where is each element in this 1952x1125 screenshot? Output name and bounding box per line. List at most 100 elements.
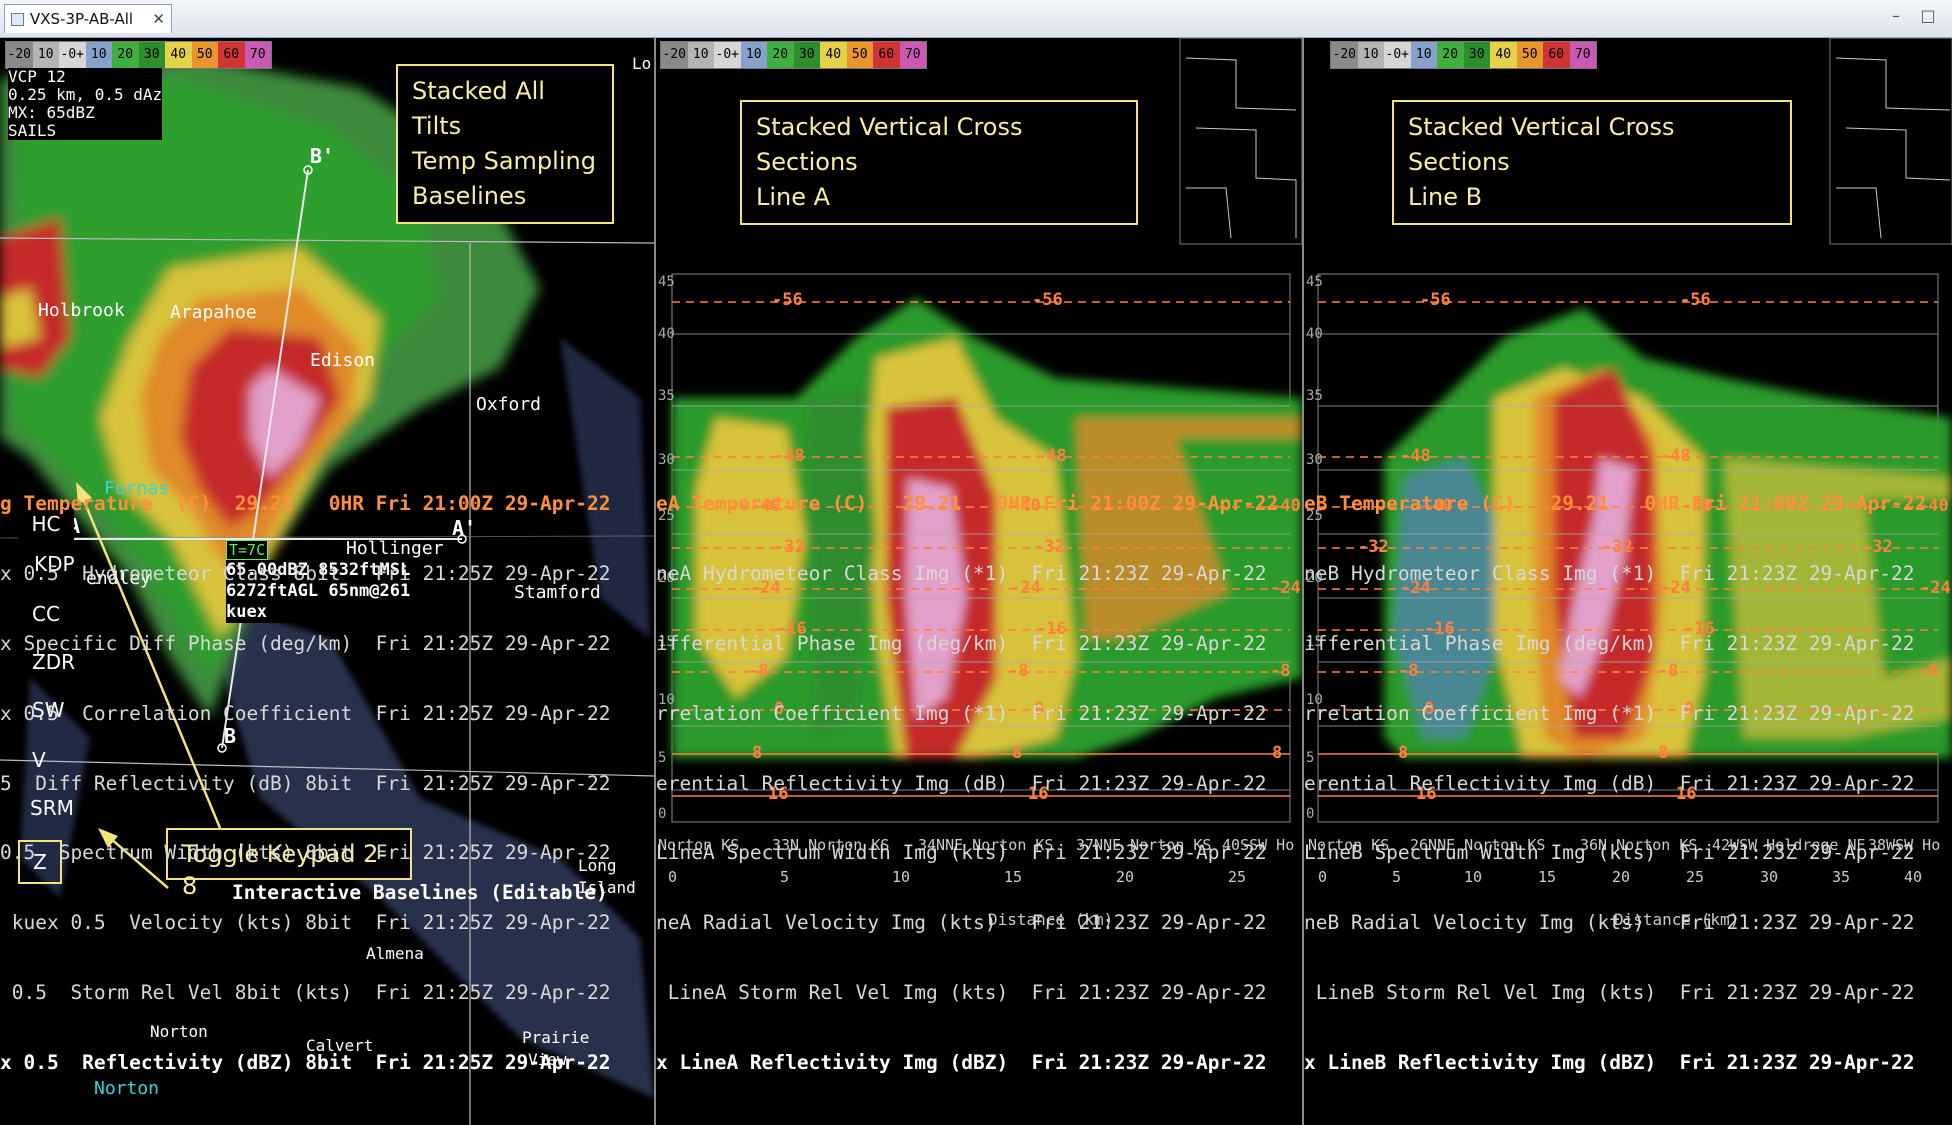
annotation-box: Stacked All Tilts Temp Sampling Baseline… [396, 64, 614, 224]
legend-item[interactable]: rrelation Coefficient Img (*1) Fri 21:23… [656, 702, 1302, 725]
isotherm-label: -56 [1680, 290, 1711, 310]
height-tick: 40 [1306, 326, 1323, 342]
reflectivity-color-bar: -20 10 -0+ 10 20 30 40 50 60 70 [1330, 41, 1597, 69]
isotherm-label: -56 [1420, 290, 1451, 310]
isotherm-label: -56 [1032, 290, 1063, 310]
legend-item[interactable]: neA Hydrometeor Class Img (*1) Fri 21:23… [656, 562, 1302, 585]
color-bar-label: 20 [112, 42, 139, 68]
color-bar-label: 20 [767, 42, 794, 68]
color-bar-label: 20 [1437, 42, 1464, 68]
legend-item[interactable]: 5 Diff Reflectivity (dB) 8bit Fri 21:25Z… [0, 772, 654, 795]
color-bar-label: -0+ [59, 42, 86, 68]
legend-item[interactable]: erential Reflectivity Img (dB) Fri 21:23… [1304, 772, 1952, 795]
color-bar-label: 30 [793, 42, 820, 68]
product-legend: eB Temperature (C) 29.21 0HR Fri 21:00Z … [1304, 445, 1952, 1121]
legend-item[interactable]: kuex 0.5 Velocity (kts) 8bit Fri 21:25Z … [0, 911, 654, 934]
annotation-line: Line A [756, 183, 831, 211]
annotation-line: Temp Sampling [412, 147, 596, 175]
reflectivity-color-bar: -20 10 -0+ 10 20 30 40 50 60 70 [660, 41, 927, 69]
radar-info-line: VCP 12 [8, 67, 66, 86]
color-bar-label: 70 [899, 42, 926, 68]
color-bar-label: -0+ [714, 42, 741, 68]
town-label: Lo [632, 54, 652, 73]
color-bar-label: 40 [1490, 42, 1517, 68]
legend-item[interactable]: LineA Storm Rel Vel Img (kts) Fri 21:23Z… [656, 981, 1302, 1004]
color-bar-label: -0+ [1384, 42, 1411, 68]
cross-section-b-pane[interactable]: -20 10 -0+ 10 20 30 40 50 60 70 Stacked … [1304, 38, 1952, 1125]
color-bar-label: 50 [191, 42, 218, 68]
color-bar-label: 10 [1410, 42, 1437, 68]
annotation-box: Stacked Vertical Cross Sections Line A [740, 100, 1138, 225]
town-label: Arapahoe [170, 302, 257, 323]
close-icon[interactable]: ✕ [152, 10, 165, 28]
product-legend: g Temperature (C) 29.21 0HR Fri 21:00Z 2… [0, 445, 654, 1121]
legend-item[interactable]: eA Temperature (C) 29.21 0HR Fri 21:00Z … [656, 492, 1302, 515]
legend-item[interactable]: neB Radial Velocity Img (kts) Fri 21:23Z… [1304, 911, 1952, 934]
color-bar-label: 50 [846, 42, 873, 68]
legend-item[interactable]: LineB Storm Rel Vel Img (kts) Fri 21:23Z… [1304, 981, 1952, 1004]
color-bar-label: 10 [32, 42, 59, 68]
color-bar-label: 40 [165, 42, 192, 68]
radar-info: VCP 12 0.25 km, 0.5 dAz MX: 65dBZ SAILS [8, 67, 163, 140]
color-bar-label: 10 [85, 42, 112, 68]
color-bar-label: 40 [820, 42, 847, 68]
display-icon [11, 12, 24, 26]
legend-item[interactable]: LineB Spectrum Width Img (kts) Fri 21:23… [1304, 841, 1952, 864]
color-bar-label: -20 [6, 42, 33, 68]
annotation-line: Stacked Vertical Cross Sections [1408, 113, 1675, 176]
editor-tab-bar: VXS-3P-AB-All ✕ – □ [0, 0, 1952, 38]
color-bar-label: 60 [1543, 42, 1570, 68]
legend-item[interactable]: x Specific Diff Phase (deg/km) Fri 21:25… [0, 632, 654, 655]
legend-item[interactable]: 0.5 Storm Rel Vel 8bit (kts) Fri 21:25Z … [0, 981, 654, 1004]
radar-info-line: 0.25 km, 0.5 dAz [8, 85, 163, 104]
annotation-line: Stacked Vertical Cross Sections [756, 113, 1023, 176]
legend-item[interactable]: neA Radial Velocity Img (kts) Fri 21:23Z… [656, 911, 1302, 934]
legend-item[interactable]: x 0.5 Hydrometeor Class 8bit Fri 21:25Z … [0, 562, 654, 585]
color-bar-label: 70 [244, 42, 271, 68]
legend-item[interactable]: LineA Spectrum Width Img (kts) Fri 21:23… [656, 841, 1302, 864]
color-bar-label: 50 [1516, 42, 1543, 68]
cross-section-a-pane[interactable]: -20 10 -0+ 10 20 30 40 50 60 70 Stacked … [656, 38, 1302, 1125]
legend-item[interactable]: x 0.5 Correlation Coefficient Fri 21:25Z… [0, 702, 654, 725]
radar-info-line: MX: 65dBZ [8, 103, 95, 122]
legend-item[interactable]: 0.5 Spectrum Width (kts) 8bit Fri 21:25Z… [0, 841, 654, 864]
height-tick: 45 [1306, 274, 1323, 290]
editor-tab[interactable]: VXS-3P-AB-All ✕ [4, 4, 172, 33]
color-bar-label: -20 [1331, 42, 1358, 68]
legend-item[interactable]: ifferential Phase Img (deg/km) Fri 21:23… [1304, 632, 1952, 655]
color-bar-label: 60 [218, 42, 245, 68]
height-tick: 40 [658, 326, 675, 342]
legend-item[interactable]: neB Hydrometeor Class Img (*1) Fri 21:23… [1304, 562, 1952, 585]
isotherm-label: -56 [772, 290, 803, 310]
color-bar-label: 30 [138, 42, 165, 68]
color-bar-label: 10 [1357, 42, 1384, 68]
annotation-line: Line B [1408, 183, 1483, 211]
color-bar-label: 70 [1569, 42, 1596, 68]
radar-info-line: SAILS [8, 121, 57, 140]
legend-item[interactable]: x 0.5 Reflectivity (dBZ) 8bit Fri 21:25Z… [0, 1051, 654, 1074]
maximize-icon[interactable]: □ [1918, 6, 1938, 26]
legend-item[interactable]: x LineA Reflectivity Img (dBZ) Fri 21:23… [656, 1051, 1302, 1074]
tab-title: VXS-3P-AB-All [30, 10, 134, 28]
town-label: Holbrook [38, 300, 125, 321]
baseline-b-prime-label[interactable]: B' [310, 144, 334, 168]
height-tick: 35 [1306, 388, 1323, 404]
product-legend: eA Temperature (C) 29.21 0HR Fri 21:00Z … [656, 445, 1302, 1121]
legend-item[interactable]: x LineB Reflectivity Img (dBZ) Fri 21:23… [1304, 1051, 1952, 1074]
color-bar-label: 10 [740, 42, 767, 68]
legend-item[interactable]: rrelation Coefficient Img (*1) Fri 21:23… [1304, 702, 1952, 725]
annotation-line: Baselines [412, 182, 527, 210]
color-bar-label: 30 [1463, 42, 1490, 68]
radar-plan-view-pane[interactable]: -20 10 -0+ 10 20 30 40 50 60 70 VCP 12 0… [0, 38, 654, 1125]
legend-item[interactable]: eB Temperature (C) 29.21 0HR Fri 21:00Z … [1304, 492, 1952, 515]
legend-item[interactable]: g Temperature (C) 29.21 0HR Fri 21:00Z 2… [0, 492, 654, 515]
color-bar-label: 60 [873, 42, 900, 68]
annotation-box: Stacked Vertical Cross Sections Line B [1392, 100, 1792, 225]
town-label: Edison [310, 350, 376, 371]
town-label: Oxford [476, 394, 542, 415]
legend-item[interactable]: ifferential Phase Img (deg/km) Fri 21:23… [656, 632, 1302, 655]
height-tick: 45 [658, 274, 675, 290]
minimize-icon[interactable]: – [1886, 6, 1906, 26]
legend-item[interactable]: erential Reflectivity Img (dB) Fri 21:23… [656, 772, 1302, 795]
reflectivity-color-bar: -20 10 -0+ 10 20 30 40 50 60 70 [5, 41, 272, 69]
